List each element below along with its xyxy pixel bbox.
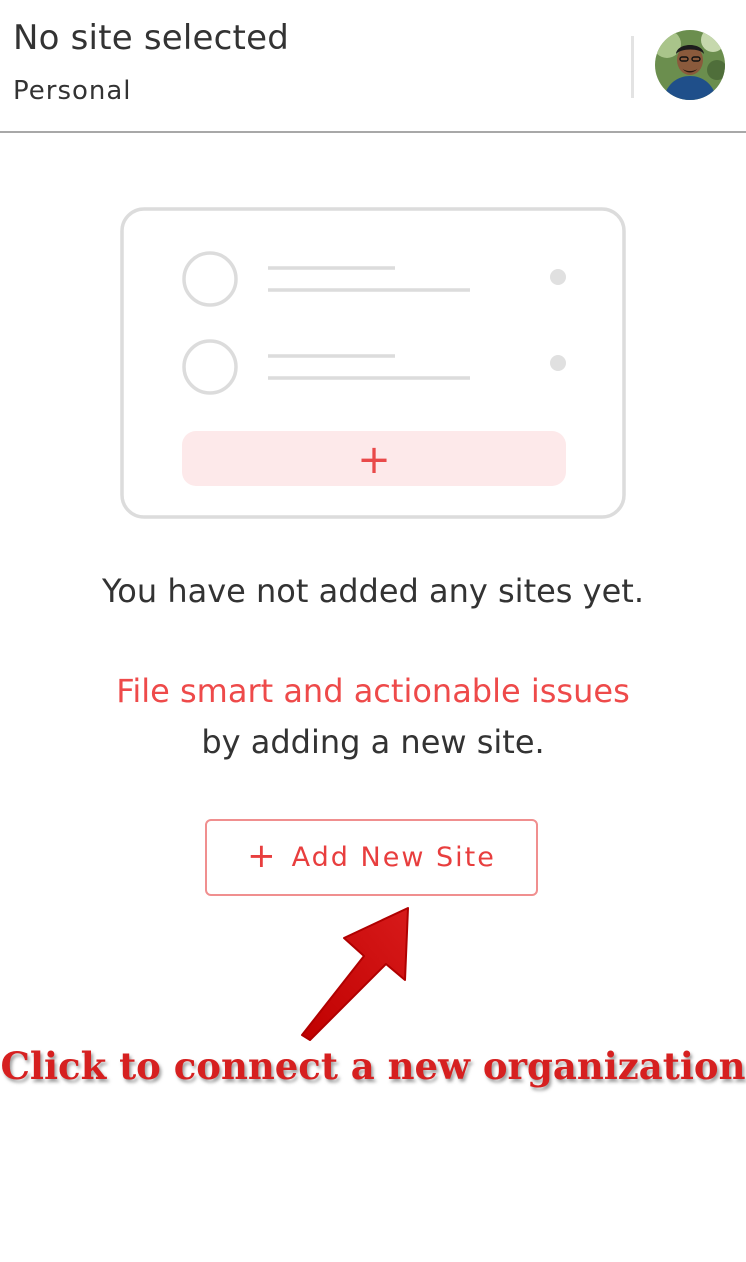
illustration-plus: + [357,437,391,483]
site-selector-subtitle[interactable]: Personal [13,76,132,106]
page: No site selected Personal + You have not… [0,0,746,1262]
avatar-icon [655,30,725,100]
promo-highlight: File smart and actionable issues [116,672,630,710]
annotation-text: Click to connect a new organization [0,1044,746,1088]
add-new-site-button[interactable]: + Add New Site [205,819,538,896]
user-avatar[interactable] [655,30,725,100]
promo-rest: by adding a new site. [201,723,545,761]
header-divider [631,36,634,98]
add-new-site-label: Add New Site [291,842,496,873]
empty-sites-illustration: + [120,207,626,519]
header: No site selected Personal [0,0,746,133]
red-arrow-icon [301,907,409,1041]
plus-icon: + [247,835,276,876]
site-selector-title[interactable]: No site selected [13,18,289,58]
empty-state-message: You have not added any sites yet. [102,572,644,610]
